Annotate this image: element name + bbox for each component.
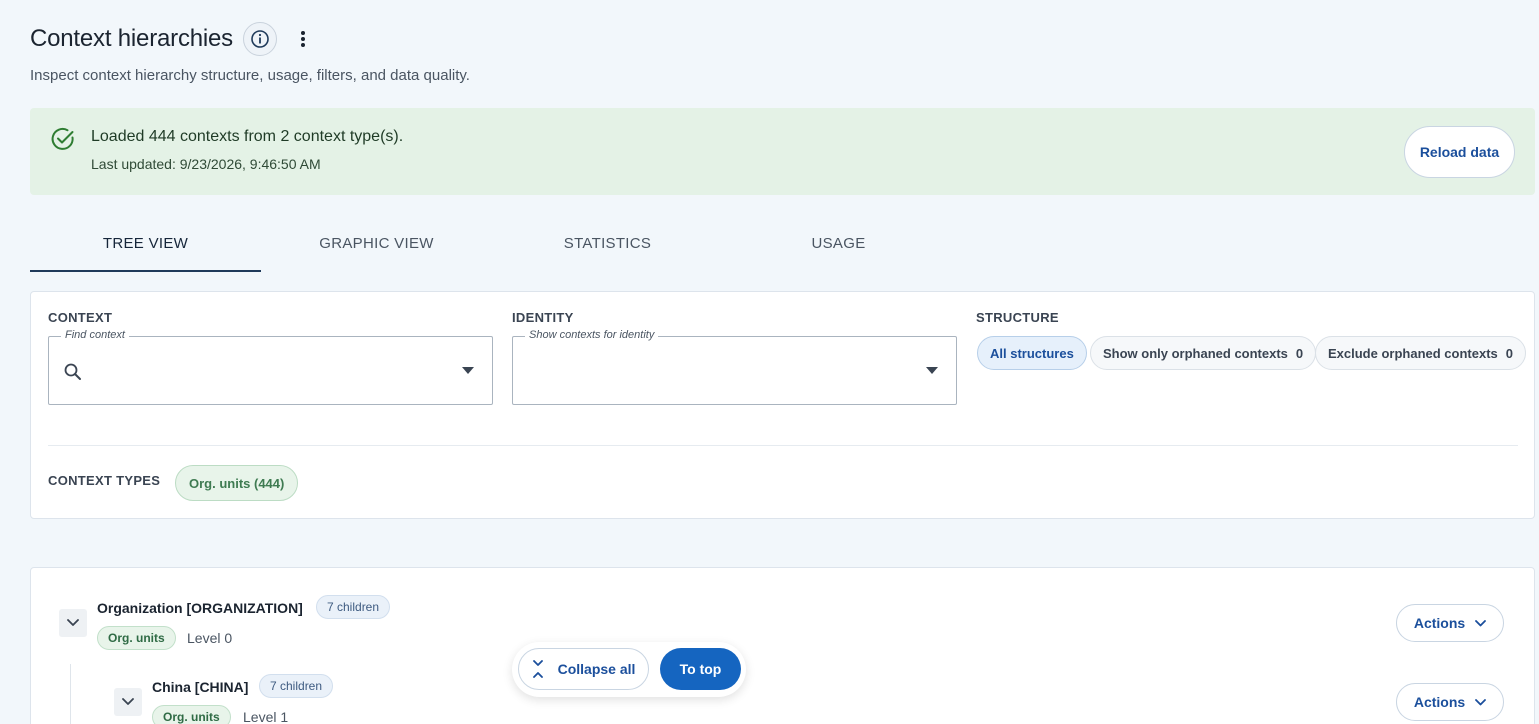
chevron-down-icon xyxy=(67,619,79,626)
expand-toggle[interactable] xyxy=(59,609,87,637)
tab-usage[interactable]: USAGE xyxy=(723,216,954,272)
node-name[interactable]: China [CHINA] xyxy=(152,679,248,695)
actions-label: Actions xyxy=(1413,615,1466,631)
context-types-label: CONTEXT TYPES xyxy=(48,473,161,488)
to-top-button[interactable]: To top xyxy=(660,648,741,690)
collapse-icon xyxy=(532,660,543,678)
chevron-down-icon xyxy=(1475,619,1487,626)
identity-field-legend: Show contexts for identity xyxy=(525,329,659,341)
more-options-button[interactable] xyxy=(291,22,315,56)
expand-toggle[interactable] xyxy=(114,688,142,716)
info-button[interactable] xyxy=(242,22,277,56)
children-count-badge: 7 children xyxy=(316,595,391,619)
context-type-chip-org-units[interactable]: Org. units (444) xyxy=(175,465,299,501)
structure-chip-exclude-orphaned[interactable]: Exclude orphaned contexts 0 xyxy=(1315,336,1526,370)
last-updated-text: Last updated: 9/23/2026, 9:46:50 AM xyxy=(91,156,321,172)
chip-count: 0 xyxy=(1295,345,1304,361)
structure-chip-all[interactable]: All structures xyxy=(977,336,1087,370)
context-filter-label: CONTEXT xyxy=(48,310,113,325)
collapse-all-label: Collapse all xyxy=(557,661,636,677)
chevron-down-icon xyxy=(122,698,134,705)
page-header: Context hierarchies xyxy=(30,22,315,56)
tab-graphic-view[interactable]: GRAPHIC VIEW xyxy=(261,216,492,272)
tree-connector-line xyxy=(70,664,71,724)
page-title: Context hierarchies xyxy=(30,25,233,52)
context-search-field[interactable]: Find context xyxy=(48,329,493,405)
floating-action-bar: Collapse all To top xyxy=(512,642,746,697)
context-field-legend: Find context xyxy=(61,329,129,341)
structure-chip-orphaned-only[interactable]: Show only orphaned contexts 0 xyxy=(1090,336,1317,370)
tab-tree-view[interactable]: TREE VIEW xyxy=(30,216,261,272)
info-icon xyxy=(251,30,269,48)
chevron-down-icon[interactable] xyxy=(926,367,938,374)
status-banner: Loaded 444 contexts from 2 context type(… xyxy=(30,108,1535,195)
view-tabs: TREE VIEW GRAPHIC VIEW STATISTICS USAGE xyxy=(30,216,954,272)
chip-label: Exclude orphaned contexts xyxy=(1328,345,1498,361)
level-text: Level 1 xyxy=(243,709,289,724)
context-type-badge: Org. units xyxy=(97,626,176,650)
chevron-down-icon[interactable] xyxy=(462,367,474,374)
reload-data-button[interactable]: Reload data xyxy=(1404,126,1515,178)
actions-button[interactable]: Actions xyxy=(1396,604,1504,642)
chevron-down-icon xyxy=(1475,698,1487,705)
level-text: Level 0 xyxy=(187,630,233,646)
banner-message: Loaded 444 contexts from 2 context type(… xyxy=(91,128,404,145)
collapse-all-button[interactable]: Collapse all xyxy=(518,648,649,690)
more-vertical-icon xyxy=(300,31,305,47)
chip-label: Show only orphaned contexts xyxy=(1103,345,1288,361)
page-subtitle: Inspect context hierarchy structure, usa… xyxy=(30,67,470,84)
actions-button[interactable]: Actions xyxy=(1396,683,1504,721)
actions-label: Actions xyxy=(1413,694,1466,710)
chip-label: All structures xyxy=(990,345,1074,361)
search-icon xyxy=(64,363,81,380)
chip-count: 0 xyxy=(1505,345,1513,361)
tab-statistics[interactable]: STATISTICS xyxy=(492,216,723,272)
children-count-badge: 7 children xyxy=(259,674,334,698)
filter-divider xyxy=(48,445,1518,446)
context-search-input[interactable] xyxy=(93,355,433,387)
hierarchy-tree: Organization [ORGANIZATION] 7 children O… xyxy=(30,567,1535,724)
filter-panel: CONTEXT Find context IDENTITY Show conte… xyxy=(30,291,1535,519)
identity-filter-label: IDENTITY xyxy=(512,310,574,325)
identity-select-field[interactable]: Show contexts for identity xyxy=(512,329,957,405)
structure-filter-label: STRUCTURE xyxy=(976,310,1059,325)
context-type-badge: Org. units xyxy=(152,705,231,724)
check-circle-icon xyxy=(51,127,74,150)
node-name[interactable]: Organization [ORGANIZATION] xyxy=(97,600,303,616)
